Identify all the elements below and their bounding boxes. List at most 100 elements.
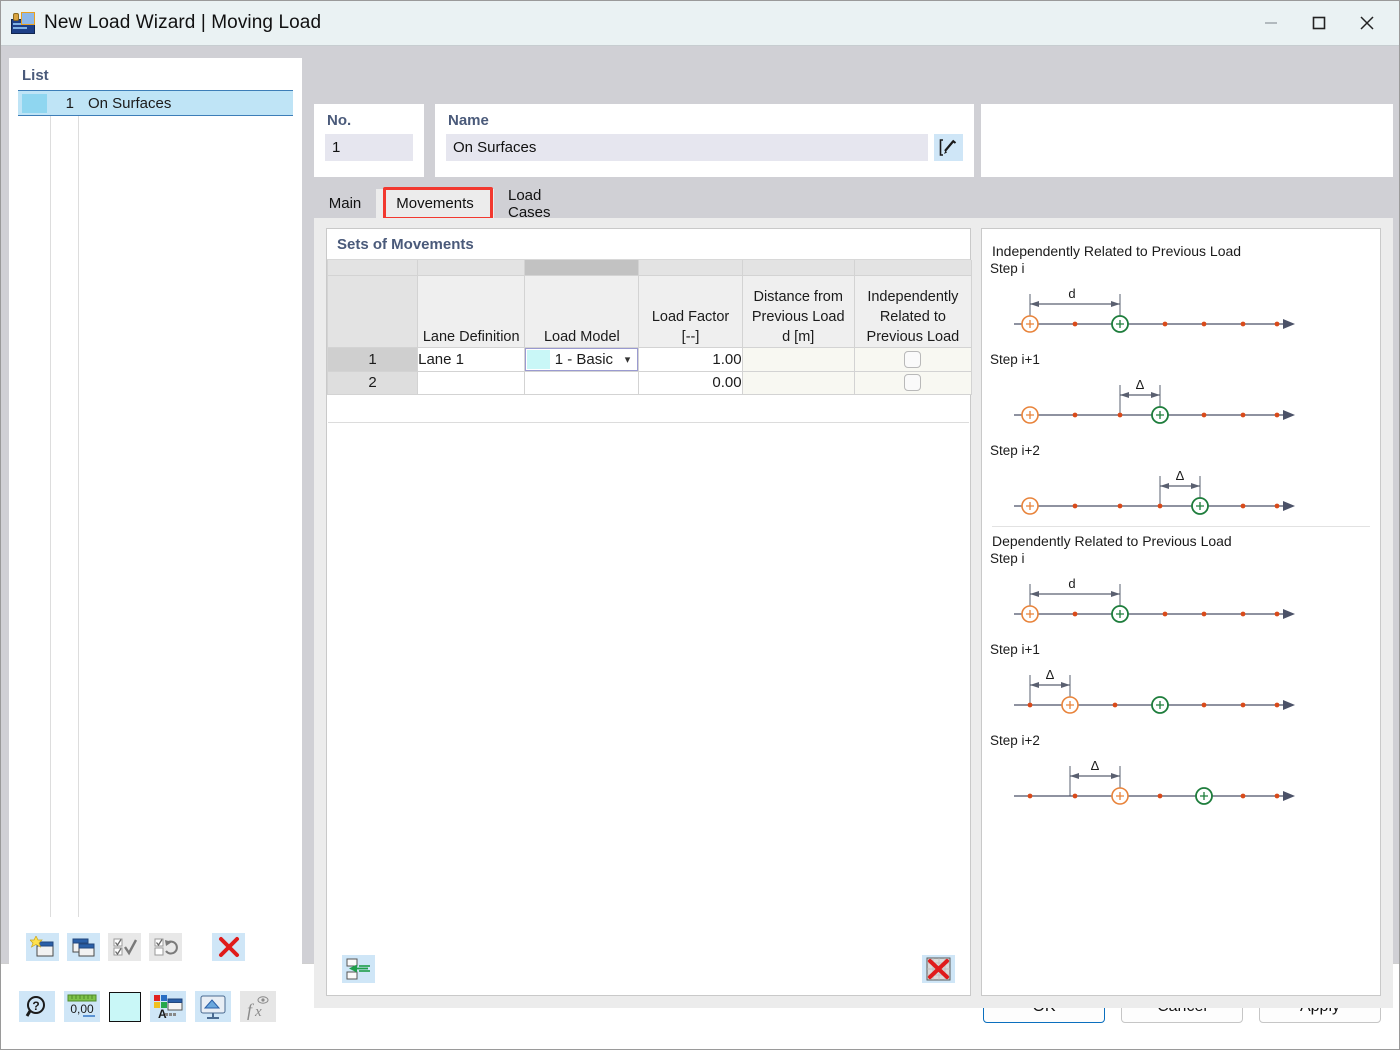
maximize-button[interactable] (1295, 1, 1343, 45)
load-model-value: 1 - Basic (554, 350, 614, 368)
sets-of-movements-title: Sets of Movements (327, 229, 970, 260)
dim-label-d: d (1068, 286, 1075, 301)
distance-label-1: Distance from (753, 288, 843, 305)
select-all-button (108, 933, 141, 961)
column-header-load-model[interactable]: Load Model (524, 274, 640, 348)
tab-load-cases[interactable]: Load Cases (494, 187, 589, 221)
chevron-down-icon[interactable]: ▾ (617, 353, 637, 366)
strip-cell-independently[interactable] (853, 260, 973, 276)
strip-cell-distance[interactable] (741, 260, 855, 276)
cell-load-model-1[interactable]: 1 - Basic ▾ (524, 346, 640, 372)
list-header: List (22, 67, 49, 84)
list-item[interactable]: 1 On Surfaces (18, 90, 293, 116)
dim-label-delta: Δ (1091, 758, 1100, 773)
dialog-body: List 1 On Surfaces No. 1 Name On Surface… (1, 46, 1399, 1008)
column-header-lane-definition[interactable]: Lane Definition (417, 274, 526, 348)
diagram-section-title-1: Independently Related to Previous Load (992, 243, 1242, 259)
tab-strip: Main Movements Load Cases (314, 187, 1393, 221)
delete-rows-button[interactable] (922, 955, 955, 983)
distance-label-2: Previous Load (751, 308, 845, 325)
strip-cell-lane[interactable] (417, 260, 526, 276)
decimal-places-button[interactable]: 0,00 (64, 991, 100, 1022)
cell-independently-2[interactable] (853, 370, 973, 395)
delete-item-button[interactable] (212, 933, 245, 961)
help-button[interactable]: ? (19, 991, 55, 1022)
no-panel: No. (314, 104, 424, 177)
strip-cell-load-factor[interactable] (638, 260, 743, 276)
no-input[interactable] (325, 134, 413, 161)
independently-checkbox-1[interactable] (904, 350, 922, 368)
diagram-step-label-1-1: Step i (990, 261, 1025, 276)
cell-independently-1[interactable] (853, 346, 973, 372)
tab-movements[interactable]: Movements (376, 189, 494, 218)
svg-text:?: ? (32, 999, 39, 1013)
table-row[interactable]: 2 0.00 (326, 370, 973, 395)
load-factor-label-1: Load Factor (651, 308, 730, 325)
import-rows-button[interactable] (342, 955, 375, 983)
independently-label-2: Related to (879, 308, 946, 325)
row-header-1[interactable]: 1 (326, 346, 419, 372)
load-model-color-swatch (527, 349, 551, 369)
name-label: Name (448, 112, 489, 129)
no-label: No. (327, 112, 352, 129)
diagram-step-label-1-3: Step i+2 (990, 443, 1040, 458)
cell-load-model-2[interactable] (524, 370, 640, 395)
diagram-panel: Independently Related to Previous Load S… (981, 228, 1381, 996)
sets-of-movements-grid: Lane Definition Load Model Load Factor [… (326, 260, 973, 395)
row-header-2[interactable]: 2 (326, 370, 419, 395)
copy-item-button[interactable] (67, 933, 100, 961)
independently-checkbox-2[interactable] (904, 374, 922, 392)
tab-content-movements: Sets of Movements Lane Definition Load M… (314, 218, 1393, 1008)
cell-load-factor-1[interactable]: 1.00 (638, 346, 743, 372)
column-header-independently[interactable]: Independently Related to Previous Load (853, 274, 973, 348)
column-header-distance[interactable]: Distance from Previous Load d [m] (741, 274, 855, 348)
diagram-step-1-1: d (1014, 286, 1295, 333)
list-rows: 1 On Surfaces (10, 90, 301, 917)
list-color-column (18, 90, 51, 917)
minimize-button[interactable] (1247, 1, 1295, 45)
diagram-step-label-1-2: Step i+1 (990, 352, 1040, 367)
column-header-load-factor[interactable]: Load Factor [--] (638, 274, 743, 348)
dim-label-d: d (1068, 576, 1075, 591)
distance-label-3: d [m] (782, 328, 815, 345)
title-bar: New Load Wizard | Moving Load (1, 1, 1399, 46)
close-button[interactable] (1343, 1, 1391, 45)
diagram-step-1-3: Δ (1014, 468, 1295, 515)
list-item-label: On Surfaces (88, 94, 172, 112)
lane-definition-label: Lane Definition (422, 328, 520, 345)
visibility-button[interactable] (195, 991, 231, 1022)
grid-corner-header (326, 274, 419, 348)
cell-distance-2[interactable] (741, 370, 855, 395)
name-row (436, 134, 973, 161)
diagram-step-2-1: d (1014, 576, 1295, 623)
grid-header-row: Lane Definition Load Model Load Factor [… (326, 274, 973, 348)
dim-label-delta: Δ (1046, 667, 1055, 682)
cell-lane-definition-2[interactable] (417, 370, 526, 395)
load-factor-label-2: [--] (681, 328, 700, 345)
display-properties-button[interactable]: A (150, 991, 186, 1022)
bottom-toolbar: ? 0,00 A f x (19, 991, 276, 1022)
color-swatch-button[interactable] (109, 991, 141, 1022)
independently-label-1: Independently (867, 288, 959, 305)
grid-column-strip (326, 260, 973, 276)
pencil-edit-icon[interactable] (934, 134, 963, 161)
list-panel: List 1 On Surfaces (9, 58, 302, 978)
load-model-dropdown[interactable]: 1 - Basic ▾ (525, 347, 639, 371)
diagram-step-label-2-3: Step i+2 (990, 733, 1040, 748)
grid-empty-area (328, 422, 969, 423)
sets-of-movements-toolbar (328, 944, 969, 994)
strip-cell-load-model[interactable] (524, 260, 640, 276)
decimal-format-label: 0,00 (70, 1002, 94, 1016)
load-model-label: Load Model (543, 328, 620, 345)
cell-load-factor-2[interactable]: 0.00 (638, 370, 743, 395)
new-item-button[interactable] (26, 933, 59, 961)
table-row[interactable]: 1 Lane 1 1 - Basic ▾ 1.00 (326, 346, 973, 372)
cell-distance-1[interactable] (741, 346, 855, 372)
diagram-step-1-2: Δ (1014, 377, 1295, 424)
invert-selection-button (149, 933, 182, 961)
tab-main[interactable]: Main (314, 189, 376, 218)
dialog-window: New Load Wizard | Moving Load List 1 On … (0, 0, 1400, 1050)
name-input[interactable] (446, 134, 928, 161)
top-right-blank-panel (981, 104, 1393, 177)
cell-lane-definition-1[interactable]: Lane 1 (417, 346, 526, 372)
